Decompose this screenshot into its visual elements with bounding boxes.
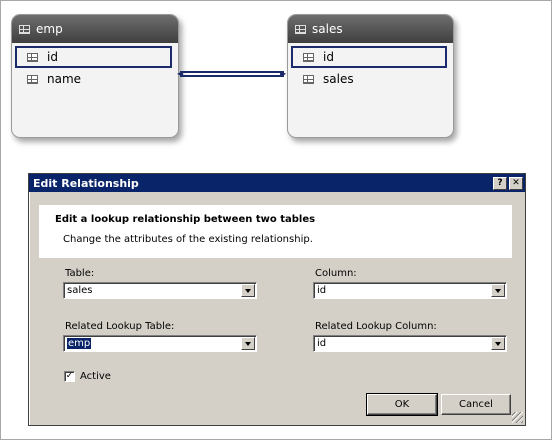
sales-field-id-label: id: [323, 50, 334, 64]
active-checkbox[interactable]: ✓: [64, 371, 75, 382]
chevron-down-icon[interactable]: [491, 284, 505, 297]
chevron-down-icon[interactable]: [241, 284, 255, 297]
chevron-down-icon[interactable]: [241, 337, 255, 350]
close-button[interactable]: ✕: [509, 176, 523, 190]
resize-grip-icon[interactable]: [512, 412, 523, 423]
sales-table-title: sales: [312, 22, 343, 36]
emp-table-title: emp: [36, 22, 63, 36]
related-column-label: Related Lookup Column:: [315, 321, 437, 332]
cancel-button[interactable]: Cancel: [441, 394, 511, 415]
sales-table-header[interactable]: sales: [288, 15, 453, 43]
column-label: Column:: [315, 268, 357, 279]
chevron-down-icon[interactable]: [491, 337, 505, 350]
ok-button[interactable]: OK: [366, 393, 438, 416]
emp-field-name[interactable]: name: [12, 68, 178, 90]
table-icon: [295, 24, 306, 34]
table-label: Table:: [65, 268, 95, 279]
field-icon: [27, 52, 38, 62]
sales-field-id[interactable]: id: [291, 46, 447, 68]
sales-field-sales-label: sales: [323, 72, 354, 86]
dialog-subheading: Change the attributes of the existing re…: [63, 234, 313, 245]
dialog-heading: Edit a lookup relationship between two t…: [55, 214, 316, 225]
column-select-value: id: [317, 285, 327, 296]
field-icon: [303, 52, 314, 62]
active-label: Active: [80, 371, 111, 382]
emp-field-name-label: name: [47, 72, 82, 86]
related-column-select-value: id: [317, 338, 327, 349]
related-table-select-value: emp: [67, 338, 92, 349]
dialog-banner: Edit a lookup relationship between two t…: [39, 205, 512, 258]
sales-field-sales[interactable]: sales: [288, 68, 453, 90]
table-select-value: sales: [67, 285, 93, 296]
emp-field-id[interactable]: id: [15, 46, 172, 68]
related-table-select[interactable]: emp: [63, 335, 257, 352]
relationship-line[interactable]: [180, 71, 284, 77]
edit-relationship-dialog: Edit Relationship ? ✕ Edit a lookup rela…: [28, 173, 526, 426]
connector-arrow-right-icon: ▶: [280, 69, 287, 78]
connector-arrow-left-icon: ◀: [177, 69, 184, 78]
related-table-label: Related Lookup Table:: [65, 321, 175, 332]
dialog-title: Edit Relationship: [33, 176, 139, 190]
related-column-select[interactable]: id: [313, 335, 507, 352]
dialog-titlebar[interactable]: Edit Relationship ? ✕: [29, 174, 525, 192]
emp-table-card[interactable]: emp id name: [11, 14, 179, 138]
emp-table-header[interactable]: emp: [12, 15, 178, 43]
table-select[interactable]: sales: [63, 282, 257, 299]
column-select[interactable]: id: [313, 282, 507, 299]
emp-field-id-label: id: [47, 50, 58, 64]
field-icon: [303, 74, 314, 84]
field-icon: [27, 74, 38, 84]
help-button[interactable]: ?: [493, 176, 507, 190]
table-icon: [19, 24, 30, 34]
sales-table-card[interactable]: sales id sales: [287, 14, 454, 138]
